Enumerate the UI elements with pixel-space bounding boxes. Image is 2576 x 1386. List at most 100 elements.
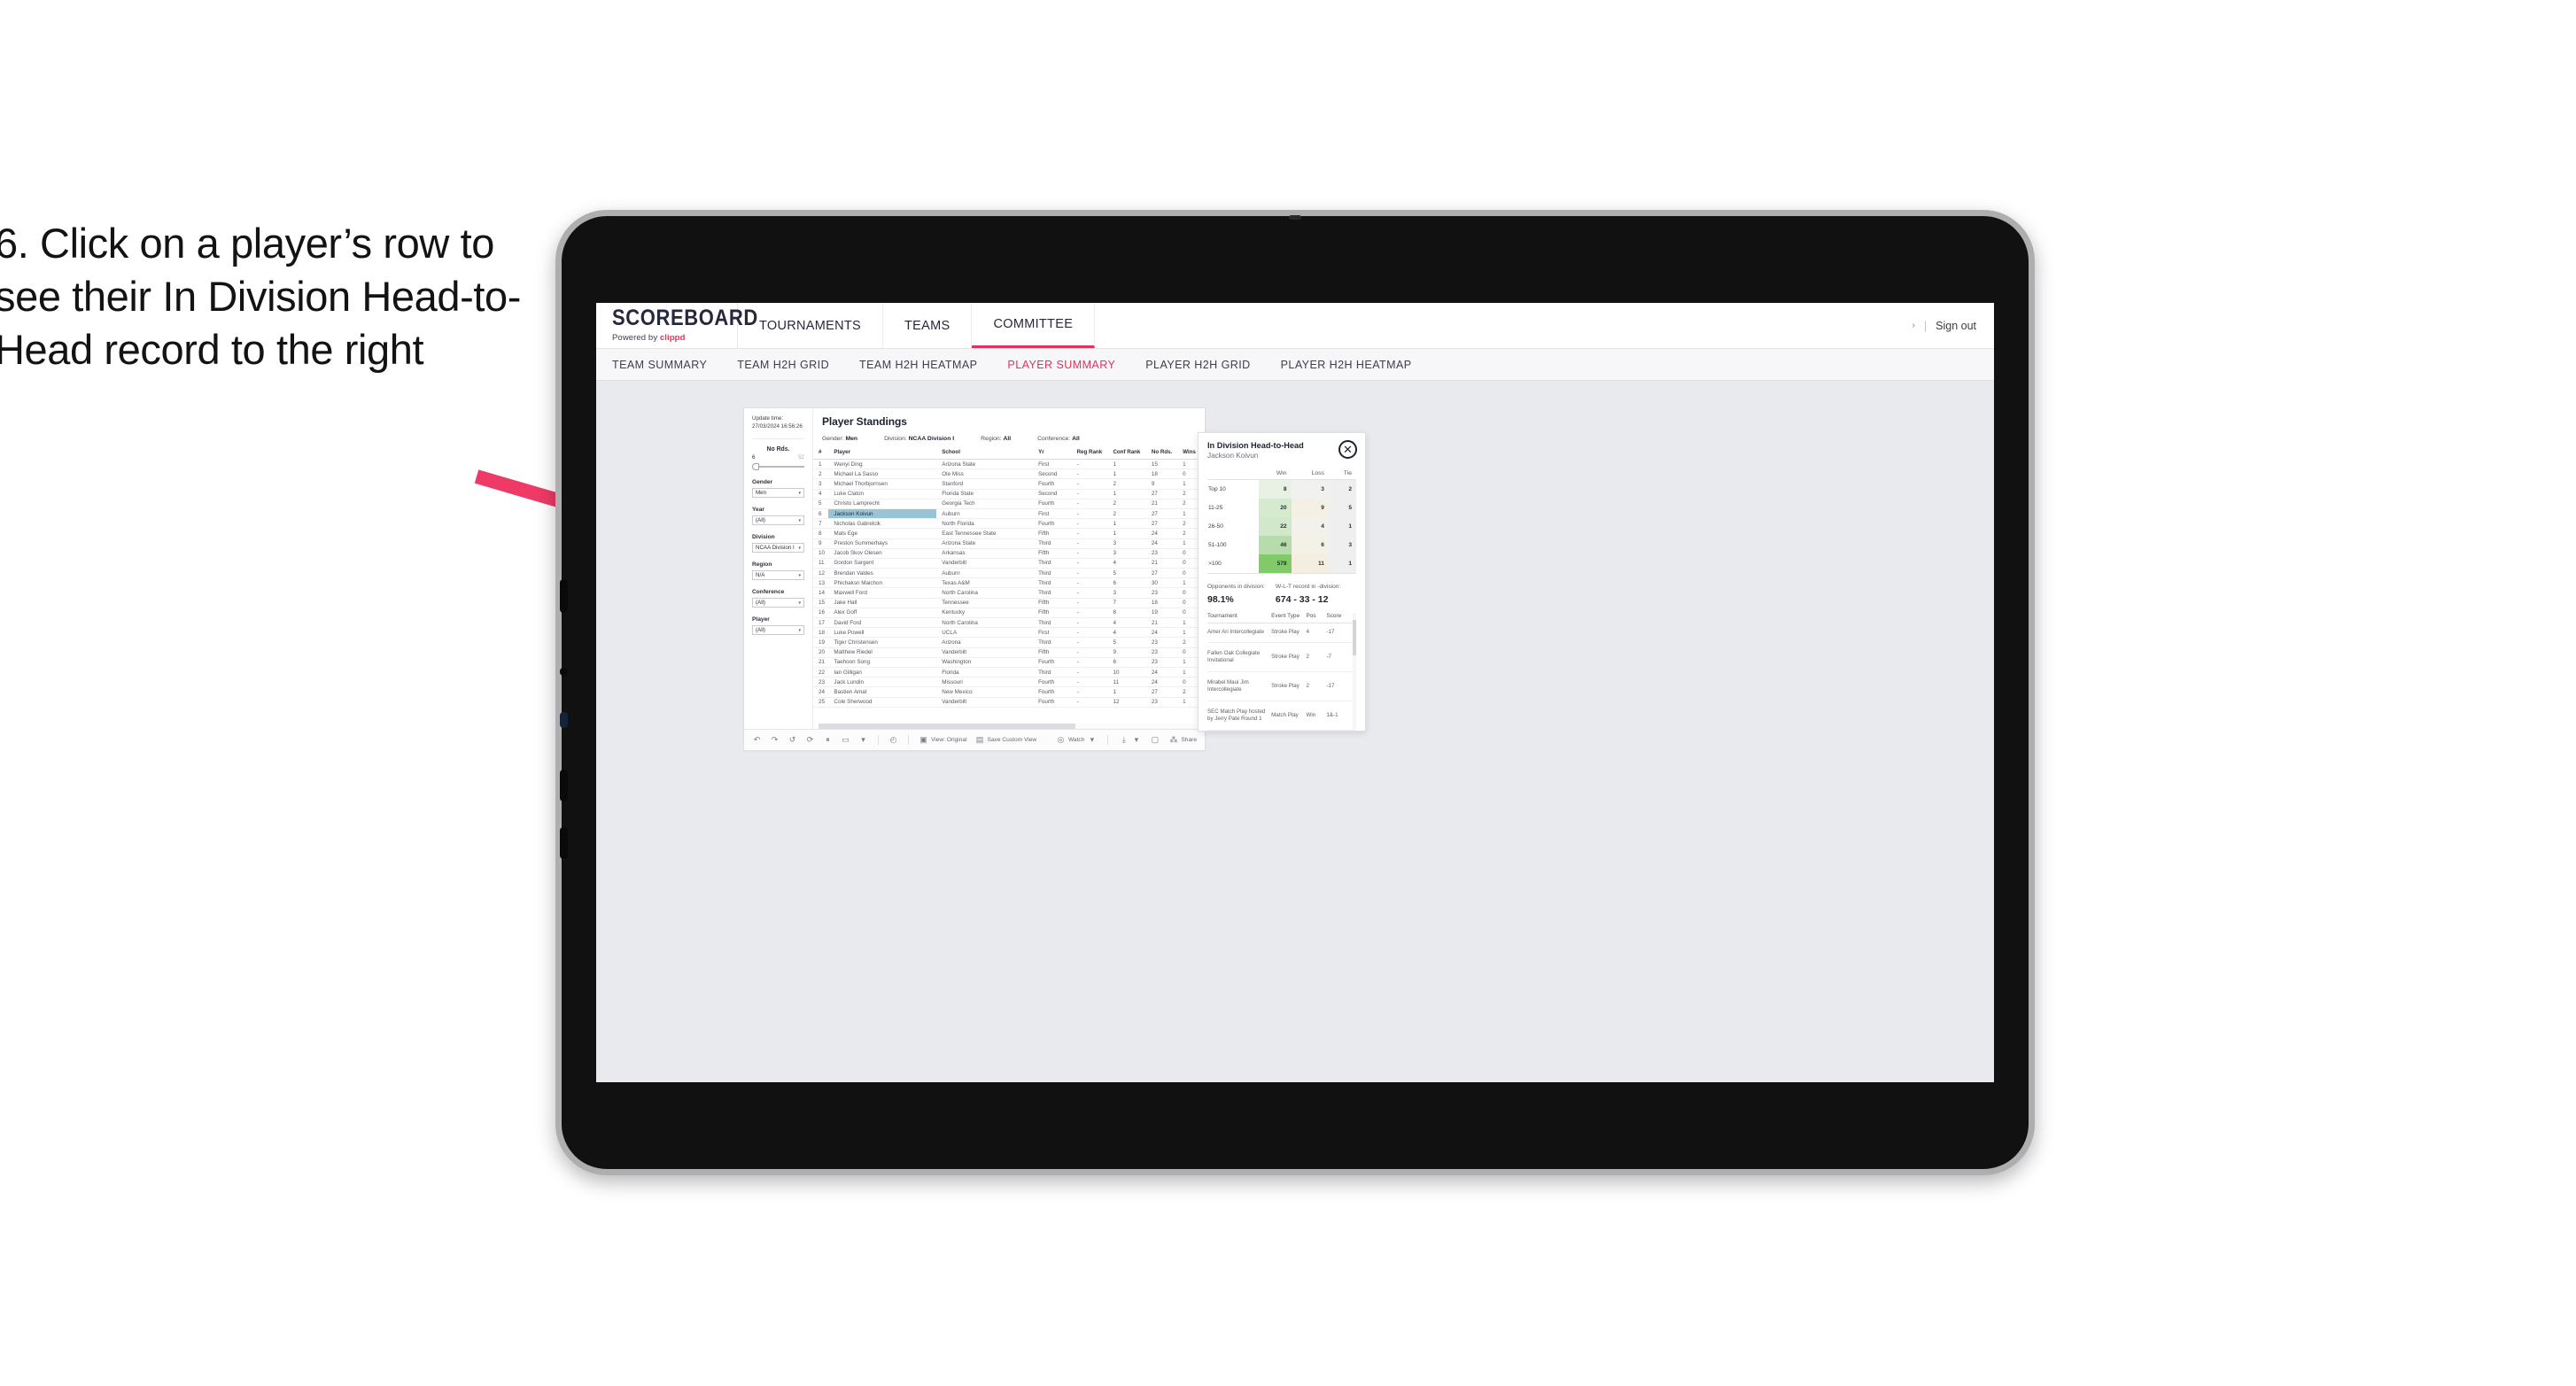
table-row[interactable]: 3 Michael Thorbjornsen Stanford Fourth -2 9 1 [813, 478, 1200, 490]
filter-region-select[interactable]: N/A ▾ [752, 570, 804, 581]
table-row[interactable]: 12 Brendan Valdes Auburn Third -5 27 0 [813, 568, 1200, 579]
filter-year-select[interactable]: (All) ▾ [752, 515, 804, 526]
table-row[interactable]: 19 Tiger Christensen Arizona Third -5 23 2 [813, 637, 1200, 648]
slider-handle[interactable] [752, 463, 759, 470]
standings-cell-school: Arizona State [936, 538, 1034, 549]
slider-track[interactable] [752, 463, 804, 470]
redo-icon[interactable]: ↷ [770, 735, 780, 745]
save-custom-view-button[interactable]: ▤ Save Custom View [975, 735, 1036, 745]
table-row[interactable]: 2 Michael La Sasso Ole Miss Second -1 18 0 [813, 468, 1200, 480]
table-row[interactable]: 20 Matthew Riedel Vanderbilt Fifth -9 23 0 [813, 647, 1200, 658]
subnav-team-h2h-grid[interactable]: TEAM H2H GRID [737, 359, 829, 371]
h2h-tie-cell: 1 [1328, 517, 1356, 536]
table-row[interactable]: 14 Maxwell Ford North Carolina Third -3 23 0 [813, 587, 1200, 599]
table-row[interactable]: 16 Alex Goff Kentucky Fifth -8 19 0 [813, 608, 1200, 619]
standings-scroll-area[interactable]: # Player School Yr Reg Rank Conf Rank No… [813, 448, 1200, 724]
sign-out-link[interactable]: Sign out [1936, 320, 1976, 332]
subnav-player-summary[interactable]: PLAYER SUMMARY [1007, 359, 1115, 371]
subnav-player-h2h-grid[interactable]: PLAYER H2H GRID [1145, 359, 1250, 371]
table-row[interactable]: 7 Nicholas Gabrelcik North Florida Fourth -1… [813, 518, 1200, 530]
tournament-row[interactable]: Fallen Oak Collegiate Invitational Stroke… [1207, 642, 1353, 673]
summary-region-value: All [1003, 436, 1012, 442]
standings-cell-conf-rank: 2 [1107, 499, 1146, 509]
col-header-year[interactable]: Yr [1033, 448, 1072, 460]
filter-conference-select[interactable]: (All) ▾ [752, 598, 804, 608]
clock-icon[interactable]: ◴ [888, 735, 898, 745]
summary-region-label: Region: [981, 436, 1004, 442]
col-header-school[interactable]: School [936, 448, 1034, 460]
table-row[interactable]: 15 Jake Hall Tennessee Fifth -7 18 0 [813, 598, 1200, 608]
table-row[interactable]: 4 Luke Claton Florida State Second -1 27 2 [813, 489, 1200, 499]
col-header-rank[interactable]: # [813, 448, 829, 460]
chevron-right-icon[interactable]: › [1913, 321, 1915, 330]
table-row[interactable]: 6 Jackson Koivun Auburn First -2 27 1 [813, 508, 1200, 520]
revert-icon[interactable]: ↺ [788, 735, 797, 745]
standings-cell-year: Fourth [1033, 499, 1072, 509]
h2h-row: 26-50 22 4 1 [1207, 517, 1356, 536]
table-row[interactable]: 17 David Ford North Carolina Third -4 21 1 [813, 617, 1200, 629]
filter-division-select[interactable]: NCAA Division I ▾ [752, 543, 804, 554]
table-row[interactable]: 13 Phichaksn Maichon Texas A&M Third -6 30 1 [813, 577, 1200, 589]
view-original-button[interactable]: ▣ View: Original [919, 735, 967, 745]
table-row[interactable]: 25 Cole Sherwood Vanderbilt Fourth -12 23 1 [813, 697, 1200, 708]
standings-cell-year: Third [1033, 637, 1072, 648]
nav-tab-tournaments[interactable]: TOURNAMENTS [738, 303, 884, 348]
download-button[interactable]: ⤓ ▾ [1119, 735, 1141, 745]
standings-horizontal-scrollbar[interactable] [819, 724, 1196, 729]
col-header-reg-rank[interactable]: Reg Rank [1071, 448, 1108, 460]
no-rounds-slider[interactable]: No Rds. 6 52 [752, 446, 804, 470]
h2h-bucket-label: 11-25 [1208, 505, 1223, 511]
tournament-row[interactable]: Amer Ari Intercollegiate Stroke Play 4 -17 [1207, 623, 1353, 644]
subnav-team-h2h-heatmap[interactable]: TEAM H2H HEATMAP [859, 359, 977, 371]
filter-gender: Gender Men ▾ [752, 479, 804, 499]
filter-region-value: N/A [756, 572, 765, 579]
standings-cell-rank: 18 [813, 627, 829, 639]
share-button[interactable]: ⁂ Share [1168, 735, 1197, 745]
refresh-data-icon[interactable]: ⟳ [805, 735, 815, 745]
subnav-player-h2h-heatmap[interactable]: PLAYER H2H HEATMAP [1281, 359, 1412, 371]
tournament-row[interactable]: Mirabel Maui Jim Intercollegiate Stroke P… [1207, 671, 1353, 702]
device-led-indicator [560, 712, 568, 728]
chevron-down-icon: ▾ [798, 600, 801, 606]
standings-cell-conf-rank: 5 [1107, 568, 1146, 579]
chevron-down-icon: ▾ [798, 627, 801, 633]
table-row[interactable]: 8 Mats Ege East Tennessee State Fifth -1 24 2 [813, 528, 1200, 539]
subnav-team-summary[interactable]: TEAM SUMMARY [612, 359, 707, 371]
filter-player-select[interactable]: (All) ▾ [752, 625, 804, 636]
view-original-label: View: Original [931, 737, 967, 743]
table-row[interactable]: 9 Preston Summerhays Arizona State Third -3 2… [813, 538, 1200, 549]
table-row[interactable]: 23 Jack Lundin Missouri Fourth -11 24 0 [813, 677, 1200, 688]
highlight-icon[interactable]: ▭ [841, 735, 850, 745]
table-row[interactable]: 5 Christo Lamprecht Georgia Tech Fourth -2 21… [813, 499, 1200, 509]
kpi-opponents-value: 98.1% [1207, 594, 1234, 605]
table-row[interactable]: 10 Jacob Skov Olesen Arkansas Fifth -3 23 0 [813, 548, 1200, 559]
instruction-caption: 6. Click on a player’s row to see their … [0, 220, 522, 374]
col-header-player[interactable]: Player [828, 448, 937, 460]
nav-tab-committee[interactable]: COMMITTEE [972, 303, 1096, 348]
close-icon[interactable]: ✕ [1338, 440, 1357, 459]
tournament-row[interactable]: SEC Match Play hosted by Jerry Pate Roun… [1207, 701, 1353, 731]
watch-button[interactable]: ◎ Watch ▾ [1056, 735, 1097, 745]
undo-icon[interactable]: ↶ [752, 735, 762, 745]
standings-cell-school: Vanderbilt [936, 697, 1034, 708]
standings-cell-player: Ian Gilligan [828, 667, 937, 678]
table-row[interactable]: 24 Bastien Amat New Mexico Fourth -1 27 2 [813, 686, 1200, 698]
table-row[interactable]: 21 Taehoon Song Washington Fourth -6 23 1 [813, 657, 1200, 668]
col-header-conf-rank[interactable]: Conf Rank [1107, 448, 1146, 460]
table-row[interactable]: 22 Ian Gilligan Florida Third -10 24 1 [813, 667, 1200, 678]
table-row[interactable]: 1 Wenyi Ding Arizona State First -1 15 1 [813, 459, 1200, 470]
standings-cell-conf-rank: 1 [1107, 489, 1146, 499]
scroll-thumb[interactable] [819, 724, 1075, 729]
device-preview-icon[interactable]: ▢ [1150, 735, 1160, 745]
table-row[interactable]: 11 Gordon Sargent Vanderbilt Third -4 21 0 [813, 558, 1200, 569]
table-row[interactable]: 18 Luke Powell UCLA First -4 24 1 [813, 627, 1200, 639]
scroll-thumb[interactable] [1353, 620, 1356, 655]
tournament-vertical-scrollbar[interactable] [1353, 613, 1356, 731]
nav-tab-teams[interactable]: TEAMS [883, 303, 973, 348]
standings-cell-year: Fourth [1033, 677, 1072, 688]
filter-gender-select[interactable]: Men ▾ [752, 488, 804, 499]
chevron-down-icon[interactable]: ▾ [858, 735, 868, 745]
device-button-2 [560, 668, 568, 676]
pause-updates-icon[interactable]: ⏸ [823, 735, 833, 745]
col-header-no-rds[interactable]: No Rds. [1145, 448, 1178, 460]
